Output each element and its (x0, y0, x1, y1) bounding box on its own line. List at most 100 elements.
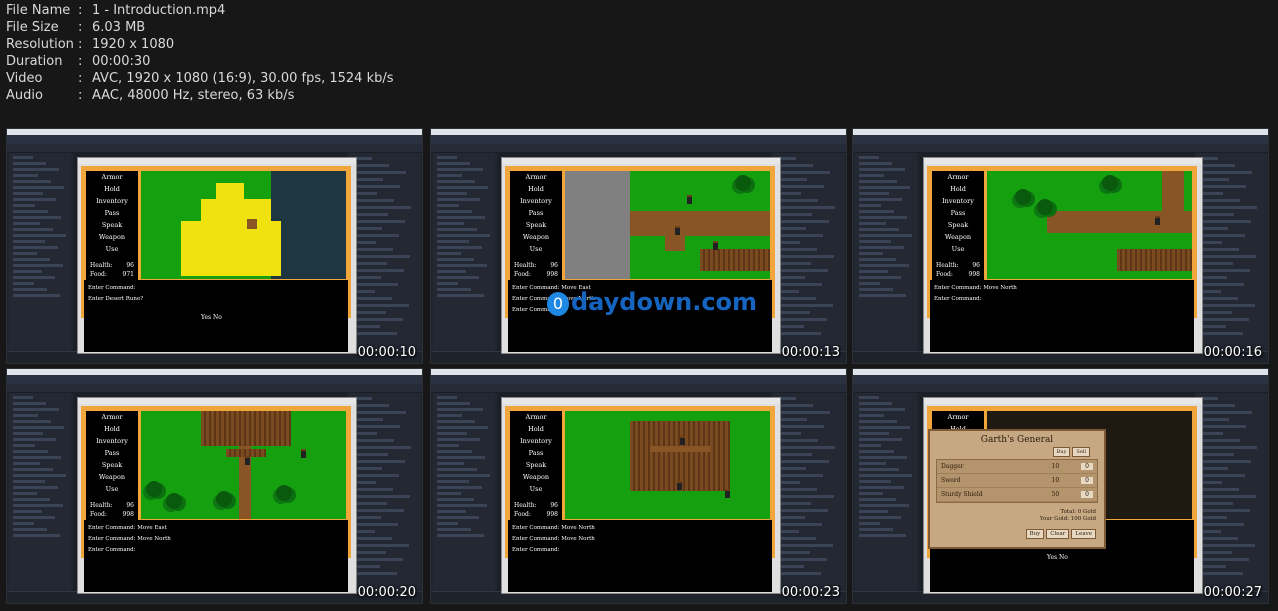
command-menu-item[interactable]: Armor (510, 411, 562, 423)
video-thumbnail[interactable]: ArmorHoldInventoryPassSpeakWeaponUseHeal… (430, 128, 847, 364)
command-menu-item[interactable]: Pass (510, 207, 562, 219)
command-menu-item[interactable]: Weapon (932, 231, 984, 243)
command-menu-item[interactable]: Inventory (510, 195, 562, 207)
command-menu-item[interactable]: Use (510, 483, 562, 495)
command-menu-item[interactable]: Armor (510, 171, 562, 183)
command-menu-item[interactable]: Inventory (86, 195, 138, 207)
video-thumbnail[interactable]: ArmorHoldInventoryPassSpeakWeaponUse Heal… (430, 368, 847, 604)
property-line (354, 269, 404, 272)
tree-line (13, 450, 48, 453)
editor-inspector-panel (1196, 393, 1266, 591)
property-line (354, 523, 398, 526)
command-menu-item[interactable]: Hold (510, 183, 562, 195)
command-menu-item[interactable]: Armor (86, 411, 138, 423)
property-line (1200, 199, 1240, 202)
command-menu-item[interactable]: Pass (86, 207, 138, 219)
command-menu-item[interactable]: Hold (86, 423, 138, 435)
game-window-title (78, 398, 356, 404)
stat-value: 998 (546, 511, 558, 518)
shop-item-row[interactable]: Sword 10 0 (937, 474, 1097, 488)
tree-line (13, 462, 40, 465)
command-menu-item[interactable]: Speak (510, 459, 562, 471)
tree-line (859, 468, 899, 471)
property-line (1200, 481, 1222, 484)
shop-item-row[interactable]: Dagger 10 0 (937, 460, 1097, 474)
command-menu-item[interactable]: Weapon (86, 231, 138, 243)
stat-value: 96 (550, 262, 558, 269)
game-frame: ArmorHoldInventoryPassSpeakWeaponUse Heal… (505, 406, 775, 592)
shop-leave-button[interactable]: Leave (1071, 529, 1096, 539)
command-menu-item[interactable]: Weapon (510, 471, 562, 483)
file-info-key: Duration (6, 54, 63, 69)
property-line (778, 516, 805, 519)
command-menu-item[interactable]: Speak (86, 219, 138, 231)
command-menu-item[interactable]: Weapon (510, 231, 562, 243)
command-menu-item[interactable]: Inventory (510, 435, 562, 447)
stat-row: Health: 96 (510, 501, 562, 510)
property-line (778, 199, 818, 202)
shop-item-qty[interactable]: 0 (1081, 491, 1093, 498)
command-menu-item[interactable]: Inventory (932, 195, 984, 207)
stat-label: Health: (514, 502, 537, 509)
game-window: ArmorHoldInventoryPassSpeakWeaponUse Heal… (77, 397, 357, 594)
command-menu-item[interactable]: Speak (86, 459, 138, 471)
tree-line (859, 396, 879, 399)
video-thumbnail[interactable]: ArmorHoldInventoryPassSpeakWeaponUseHeal… (852, 368, 1269, 604)
shop-item-price: 10 (1051, 463, 1060, 470)
command-menu-item[interactable]: Armor (86, 171, 138, 183)
command-menu-item[interactable]: Use (510, 243, 562, 255)
property-line (1200, 474, 1245, 477)
water-tile (271, 171, 346, 279)
command-menu-item[interactable]: Hold (510, 423, 562, 435)
shop-clear-button[interactable]: Clear (1046, 529, 1070, 539)
tree-line (859, 192, 889, 195)
command-menu-item[interactable]: Use (86, 243, 138, 255)
command-menu-item[interactable]: Weapon (86, 471, 138, 483)
command-menu-item[interactable]: Hold (86, 183, 138, 195)
character-sprite (245, 456, 250, 465)
command-menu-item[interactable]: Use (86, 483, 138, 495)
tree-line (859, 480, 891, 483)
tree-line (13, 216, 61, 219)
shop-item-row[interactable]: Sturdy Shield 50 0 (937, 488, 1097, 502)
property-line (1200, 234, 1245, 237)
property-line (778, 425, 824, 428)
tree-line (437, 522, 458, 525)
editor-inspector-panel (1196, 153, 1266, 351)
command-menu-item[interactable]: Speak (510, 219, 562, 231)
sand-tile (181, 221, 281, 276)
shop-buy-button[interactable]: Buy (1025, 529, 1045, 539)
command-menu-item[interactable]: Pass (510, 447, 562, 459)
property-line (354, 481, 376, 484)
property-line (778, 544, 833, 547)
command-menu-item[interactable]: Pass (86, 447, 138, 459)
tree-line (13, 180, 51, 183)
video-thumbnail[interactable]: ArmorHoldInventoryPassSpeakWeaponUseHeal… (852, 128, 1269, 364)
command-menu-item[interactable]: Armor (932, 171, 984, 183)
video-thumbnail[interactable]: ArmorHoldInventoryPassSpeakWeaponUseHeal… (6, 368, 423, 604)
command-menu-item[interactable]: Armor (932, 411, 984, 423)
property-line (778, 418, 807, 421)
video-thumbnail[interactable]: ArmorHoldInventoryPassSpeakWeaponUseHeal… (6, 128, 423, 364)
console-line: Enter Command: (88, 547, 136, 553)
shop-item-qty[interactable]: 0 (1081, 477, 1093, 484)
tree-line (13, 222, 40, 225)
property-line (1200, 283, 1244, 286)
tree-sprite (1102, 175, 1118, 191)
tree-line (437, 294, 484, 297)
tree-line (859, 198, 902, 201)
tree-sprite (735, 175, 751, 191)
command-menu-item[interactable]: Inventory (86, 435, 138, 447)
command-menu-item[interactable]: Pass (932, 207, 984, 219)
command-menu-item[interactable]: Use (932, 243, 984, 255)
command-menu-item[interactable]: Hold (932, 183, 984, 195)
shop-tab-buy[interactable]: Buy (1052, 447, 1071, 457)
shop-tab-sell[interactable]: Sell (1072, 447, 1090, 457)
editor-menu-bar (853, 135, 1268, 144)
command-menu-item[interactable]: Speak (932, 219, 984, 231)
property-line (778, 227, 806, 230)
shop-item-qty[interactable]: 0 (1081, 463, 1093, 470)
character-sprite (680, 436, 685, 445)
video-timestamp: 00:00:16 (1203, 345, 1262, 360)
editor-toolbar (853, 144, 1268, 153)
